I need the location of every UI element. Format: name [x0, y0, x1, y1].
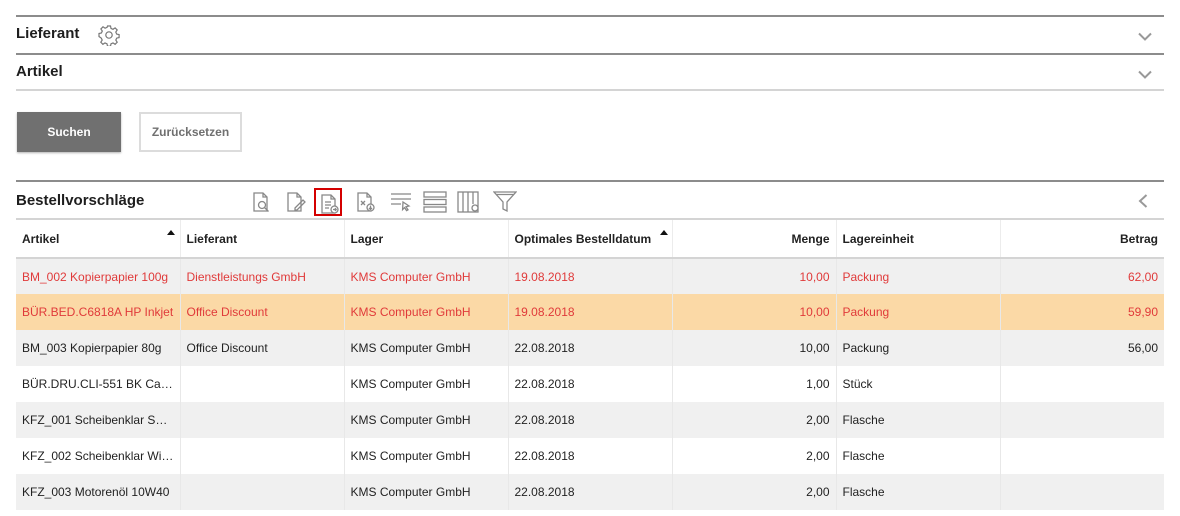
artikel-panel-title: Artikel — [16, 63, 63, 80]
table-row-selected[interactable]: BÜR.BED.C6818A HP Inkjet Office Discount… — [16, 294, 1164, 330]
cell-lieferant — [179, 366, 344, 402]
section-title: Bestellvorschläge — [16, 192, 145, 209]
cell-betrag: 56,00 — [999, 330, 1164, 366]
table-row[interactable]: BÜR.DRU.CLI-551 BK Canon KMS Computer Gm… — [16, 366, 1164, 402]
column-header-bestelldatum[interactable]: Optimales Bestelldatum — [507, 220, 672, 259]
sort-asc-icon — [659, 230, 668, 235]
cell-menge: 10,00 — [671, 330, 836, 366]
cell-lagereinheit: Packung — [835, 330, 1000, 366]
cell-lagereinheit: Stück — [835, 366, 1000, 402]
cell-menge: 2,00 — [671, 474, 836, 510]
column-header-lager[interactable]: Lager — [343, 220, 508, 259]
cell-betrag: 62,00 — [999, 258, 1164, 294]
cell-betrag — [999, 402, 1164, 438]
cell-betrag — [999, 474, 1164, 510]
column-settings-icon[interactable] — [454, 188, 482, 216]
cell-betrag — [999, 366, 1164, 402]
cell-lager: KMS Computer GmbH — [343, 402, 508, 438]
cell-artikel: KFZ_002 Scheibenklar Winter — [16, 438, 180, 474]
cell-bestelldatum: 22.08.2018 — [507, 330, 672, 366]
cell-artikel: KFZ_001 Scheibenklar Sommer — [16, 402, 180, 438]
cell-lager: KMS Computer GmbH — [343, 438, 508, 474]
cell-menge: 10,00 — [671, 294, 836, 330]
cell-lagereinheit: Flasche — [835, 402, 1000, 438]
cell-lager: KMS Computer GmbH — [343, 258, 508, 294]
convert-to-order-icon[interactable] — [314, 188, 342, 216]
cell-artikel: BÜR.DRU.CLI-551 BK Canon — [16, 366, 180, 402]
cell-artikel: BÜR.BED.C6818A HP Inkjet — [16, 294, 180, 330]
cell-lagereinheit: Packung — [835, 258, 1000, 294]
cell-menge: 2,00 — [671, 402, 836, 438]
chevron-down-icon[interactable] — [1138, 29, 1152, 41]
column-header-menge[interactable]: Menge — [671, 220, 836, 259]
cell-lieferant: Office Discount — [179, 330, 344, 366]
cell-artikel: KFZ_003 Motorenöl 10W40 — [16, 474, 180, 510]
cell-lagereinheit: Flasche — [835, 474, 1000, 510]
cell-bestelldatum: 19.08.2018 — [507, 258, 672, 294]
cell-lieferant — [179, 474, 344, 510]
search-button[interactable]: Suchen — [17, 112, 121, 152]
column-header-lagereinheit[interactable]: Lagereinheit — [835, 220, 1000, 259]
cell-menge: 2,00 — [671, 438, 836, 474]
table-row[interactable]: KFZ_001 Scheibenklar Sommer KMS Computer… — [16, 402, 1164, 438]
artikel-filter-panel[interactable]: Artikel — [16, 53, 1164, 91]
cell-betrag: 59,90 — [999, 294, 1164, 330]
cell-lagereinheit: Flasche — [835, 438, 1000, 474]
cell-lager: KMS Computer GmbH — [343, 294, 508, 330]
cell-menge: 1,00 — [671, 366, 836, 402]
reset-button[interactable]: Zurücksetzen — [139, 112, 242, 152]
cell-artikel: BM_002 Kopierpapier 100g — [16, 258, 180, 294]
select-rows-icon[interactable] — [386, 188, 414, 216]
cell-lager: KMS Computer GmbH — [343, 366, 508, 402]
bestellvorschlaege-header: Bestellvorschläge — [16, 180, 1164, 220]
rows-icon[interactable] — [420, 188, 448, 216]
sort-asc-icon — [167, 230, 175, 235]
lieferant-filter-panel[interactable]: Lieferant — [16, 15, 1164, 53]
edit-icon[interactable] — [282, 188, 310, 216]
cell-bestelldatum: 19.08.2018 — [507, 294, 672, 330]
order-proposals-table: Artikel Lieferant Lager Optimales Bestel… — [16, 220, 1164, 510]
cell-menge: 10,00 — [671, 258, 836, 294]
column-header-lieferant[interactable]: Lieferant — [179, 220, 344, 259]
cell-lieferant: Dienstleistungs GmbH — [179, 258, 344, 294]
gear-icon[interactable] — [98, 24, 120, 47]
table-row[interactable]: BM_002 Kopierpapier 100g Dienstleistungs… — [16, 258, 1164, 294]
cell-lieferant — [179, 402, 344, 438]
cell-lager: KMS Computer GmbH — [343, 330, 508, 366]
table-row[interactable]: KFZ_003 Motorenöl 10W40 KMS Computer Gmb… — [16, 474, 1164, 510]
chevron-down-icon[interactable] — [1138, 67, 1152, 79]
table-row[interactable]: KFZ_002 Scheibenklar Winter KMS Computer… — [16, 438, 1164, 474]
column-header-betrag[interactable]: Betrag — [999, 220, 1164, 259]
column-header-artikel[interactable]: Artikel — [16, 220, 180, 259]
cell-lager: KMS Computer GmbH — [343, 474, 508, 510]
cell-bestelldatum: 22.08.2018 — [507, 474, 672, 510]
cell-betrag — [999, 438, 1164, 474]
filter-icon[interactable] — [490, 188, 518, 216]
chevron-left-icon[interactable] — [1138, 194, 1150, 208]
cell-bestelldatum: 22.08.2018 — [507, 366, 672, 402]
cell-bestelldatum: 22.08.2018 — [507, 438, 672, 474]
table-header-row: Artikel Lieferant Lager Optimales Bestel… — [16, 220, 1164, 259]
cell-lagereinheit: Packung — [835, 294, 1000, 330]
cell-lieferant — [179, 438, 344, 474]
cell-bestelldatum: 22.08.2018 — [507, 402, 672, 438]
preview-icon[interactable] — [248, 188, 276, 216]
table-row[interactable]: BM_003 Kopierpapier 80g Office Discount … — [16, 330, 1164, 366]
cell-artikel: BM_003 Kopierpapier 80g — [16, 330, 180, 366]
import-icon[interactable] — [352, 188, 380, 216]
lieferant-panel-title: Lieferant — [16, 25, 80, 42]
cell-lieferant: Office Discount — [179, 294, 344, 330]
